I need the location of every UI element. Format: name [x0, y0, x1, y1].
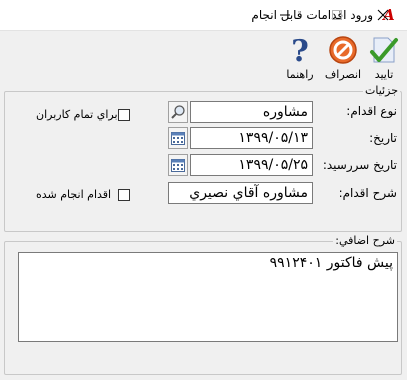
action-type-input[interactable]: مشاوره [190, 101, 313, 123]
date-input[interactable]: ۱۳۹۹/۰۵/۱۳ [190, 127, 313, 149]
done-label: اقدام انجام شده [36, 188, 112, 201]
toolbar: تاييد انصراف ? راهنما [0, 31, 407, 85]
due-date-input[interactable]: ۱۳۹۹/۰۵/۲۵ [190, 154, 313, 176]
confirm-button[interactable]: تاييد [364, 34, 404, 84]
help-label: راهنما [286, 68, 314, 81]
description-input[interactable]: مشاوره آقاي نصيري [168, 182, 313, 204]
extra-description-label: شرح اضافي: [333, 234, 397, 247]
maximize-button[interactable] [314, 0, 360, 30]
done-checkbox[interactable] [118, 189, 130, 201]
stop-icon [327, 34, 359, 66]
action-type-label: نوع اقدام: [346, 104, 397, 118]
title-bar: A ورود اقدامات قابل انجام [0, 0, 407, 31]
help-button[interactable]: ? راهنما [278, 34, 322, 84]
due-date-calendar-button[interactable] [168, 154, 188, 176]
cancel-button[interactable]: انصراف [322, 34, 364, 84]
svg-text:?: ? [291, 34, 309, 66]
description-label: شرح اقدام: [338, 186, 397, 200]
confirm-label: تاييد [374, 68, 394, 81]
calendar-icon [171, 159, 185, 172]
checkmark-icon [368, 34, 400, 66]
all-users-label: براي تمام كاربران [36, 108, 118, 121]
extra-description-textarea[interactable]: پيش فاكتور ۹۹۱۲۴۰۱ [18, 252, 398, 342]
lookup-button[interactable] [168, 101, 188, 123]
close-button[interactable] [360, 0, 406, 30]
close-icon [377, 9, 389, 21]
maximize-icon [332, 10, 342, 20]
date-label: تاريخ: [369, 131, 397, 145]
minimize-button[interactable] [262, 0, 308, 30]
details-group-label: جزئيات [363, 84, 400, 97]
cancel-label: انصراف [324, 68, 362, 81]
date-calendar-button[interactable] [168, 127, 188, 149]
all-users-checkbox[interactable] [118, 109, 130, 121]
minimize-icon [280, 14, 290, 16]
magnifier-icon [171, 105, 185, 119]
question-icon: ? [284, 34, 316, 69]
calendar-icon [171, 132, 185, 145]
due-date-label: تاريخ سررسيد: [322, 158, 397, 172]
